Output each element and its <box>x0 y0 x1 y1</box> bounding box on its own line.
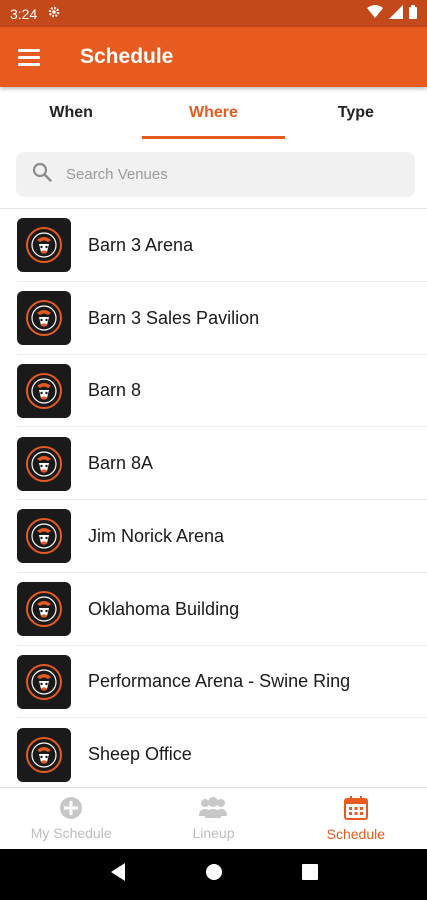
nav-schedule[interactable]: Schedule <box>285 788 427 849</box>
venue-name: Oklahoma Building <box>88 598 240 619</box>
search-icon <box>32 162 52 187</box>
venue-name: Performance Arena - Swine Ring <box>88 671 351 692</box>
venue-list-item[interactable]: Barn 8 <box>0 355 427 428</box>
plus-circle-icon <box>59 796 83 823</box>
venue-logo-icon <box>17 218 71 273</box>
wifi-icon <box>367 5 383 22</box>
page-title: Schedule <box>80 45 174 68</box>
venue-list-item[interactable]: Barn 8A <box>0 427 427 500</box>
group-icon <box>198 796 228 823</box>
venue-logo-icon <box>17 436 71 491</box>
back-icon[interactable] <box>109 862 127 887</box>
home-icon[interactable] <box>205 863 223 886</box>
venue-logo-icon <box>17 727 71 782</box>
venue-name: Barn 3 Sales Pavilion <box>88 307 260 328</box>
tab-where[interactable]: Where <box>142 87 285 139</box>
nav-lineup[interactable]: Lineup <box>142 788 284 849</box>
status-time: 3:24 <box>10 5 38 22</box>
venue-list-item[interactable]: Oklahoma Building <box>0 573 427 646</box>
hamburger-menu-icon[interactable] <box>18 44 44 70</box>
signal-icon <box>389 5 403 22</box>
venue-name: Sheep Office <box>88 744 192 765</box>
nav-label: My Schedule <box>30 825 112 841</box>
search-bar <box>16 152 415 197</box>
venue-list-item[interactable]: Barn 3 Arena <box>0 209 427 282</box>
venue-logo-icon <box>17 654 71 709</box>
filter-tabs: When Where Type <box>0 87 427 139</box>
status-icons <box>367 5 417 22</box>
venue-list-item[interactable]: Barn 3 Sales Pavilion <box>0 282 427 355</box>
venue-logo-icon <box>17 582 71 637</box>
venue-name: Barn 8A <box>88 453 154 474</box>
search-input[interactable] <box>66 166 366 183</box>
battery-icon <box>409 5 417 22</box>
venue-logo-icon <box>17 509 71 564</box>
recents-icon[interactable] <box>301 864 318 885</box>
nav-label: Schedule <box>326 826 386 842</box>
app-bar: Schedule <box>0 27 427 87</box>
calendar-icon <box>343 795 369 824</box>
bottom-nav: My Schedule Lineup Schedule <box>0 787 427 849</box>
system-nav-bar <box>0 849 427 900</box>
venue-name: Barn 3 Arena <box>88 234 194 255</box>
venue-list-item[interactable]: Jim Norick Arena <box>0 500 427 573</box>
nav-my-schedule[interactable]: My Schedule <box>0 788 142 849</box>
venue-logo-icon <box>17 363 71 418</box>
nav-label: Lineup <box>192 825 235 841</box>
tab-type[interactable]: Type <box>285 87 427 139</box>
settings-gear-icon <box>47 5 61 22</box>
venue-list: Barn 3 Arena Barn 3 Sales Pavilion Barn 8 B… <box>0 209 427 787</box>
venue-logo-icon <box>17 291 71 346</box>
status-bar: 3:24 <box>0 0 427 27</box>
venue-list-item[interactable]: Sheep Office <box>0 718 427 787</box>
tab-when[interactable]: When <box>0 87 142 139</box>
venue-name: Barn 8 <box>88 380 142 401</box>
venue-name: Jim Norick Arena <box>88 525 225 546</box>
venue-list-item[interactable]: Performance Arena - Swine Ring <box>0 646 427 719</box>
